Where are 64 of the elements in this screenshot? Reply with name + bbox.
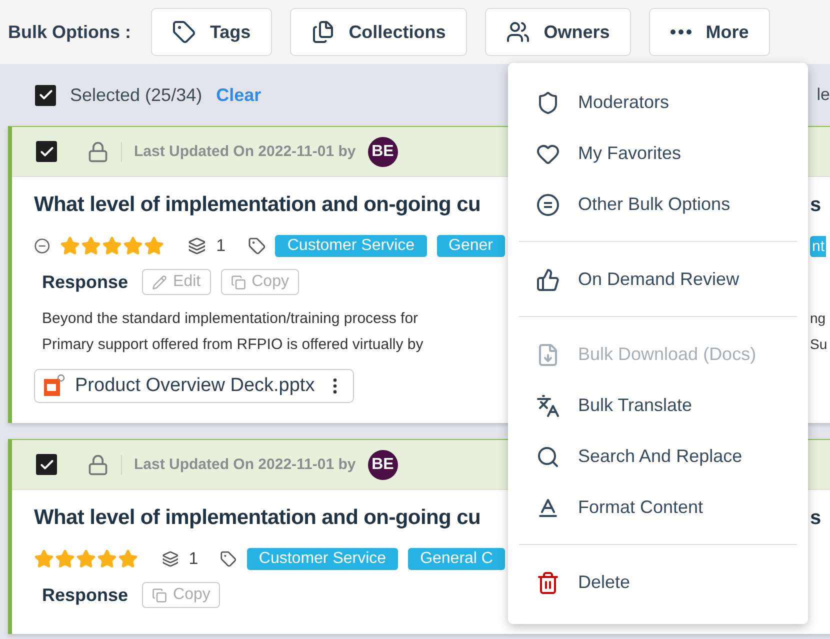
select-all-checkbox[interactable] xyxy=(35,84,56,106)
question-title: s xyxy=(810,194,822,216)
star-icon xyxy=(102,236,122,256)
menu-item[interactable]: Format Content xyxy=(508,482,808,533)
menu-item[interactable]: Bulk Translate xyxy=(508,380,808,431)
trash-icon xyxy=(536,570,560,594)
attachment-name: Product Overview Deck.pptx xyxy=(75,375,315,397)
menu-item[interactable]: Delete xyxy=(508,557,808,608)
star-icon xyxy=(81,236,102,256)
response-label: Response xyxy=(42,272,128,292)
star-icon xyxy=(144,236,164,256)
user-avatar: BE xyxy=(368,450,398,480)
response-text: Primary support offered from RFPIO is offered virtually by xyxy=(42,336,424,352)
star-icon xyxy=(60,236,80,256)
star-icon xyxy=(118,549,138,569)
response-text: ng xyxy=(810,310,826,326)
version-count: 1 xyxy=(188,549,198,569)
menu-item[interactable]: Search And Replace xyxy=(508,431,808,482)
response-label: Response xyxy=(42,584,128,606)
updated-text: Last Updated On 2022-11-01 by xyxy=(134,456,356,473)
updated-text: Last Updated On 2022-11-01 by xyxy=(134,143,356,160)
pencil-icon xyxy=(152,274,168,290)
response-text: Beyond the standard implementation/training process for xyxy=(42,310,418,326)
equal-circle-icon xyxy=(536,192,560,216)
layers-icon xyxy=(188,235,206,257)
question-title: What level of implementation and on-going cu xyxy=(34,506,480,530)
toolbar-button[interactable]: Tags xyxy=(151,8,272,56)
minus-circle-icon[interactable] xyxy=(34,236,50,256)
menu-item[interactable]: My Favorites xyxy=(508,128,808,179)
copy-icon xyxy=(230,274,246,290)
copy-icon xyxy=(152,588,168,602)
users-icon xyxy=(506,20,530,44)
response-text: Su xyxy=(810,336,828,352)
more-icon xyxy=(670,29,692,35)
toolbar-label: Bulk Options : xyxy=(8,22,131,42)
star-icon xyxy=(34,549,54,569)
star-icon xyxy=(97,549,117,569)
tag-icon xyxy=(248,235,266,257)
file-download-icon xyxy=(536,342,560,366)
question-title: What level of implementation and on-going cu xyxy=(34,193,480,217)
thumbs-up-icon xyxy=(536,268,560,292)
question-title: s xyxy=(810,506,822,530)
toolbar-button[interactable]: Owners xyxy=(484,8,631,56)
menu-item[interactable]: On Demand Review xyxy=(508,254,808,305)
selection-count: Selected (25/34) xyxy=(70,84,202,106)
translate-icon xyxy=(536,394,560,418)
checkbox[interactable] xyxy=(36,141,57,162)
attachment-chip[interactable]: Product Overview Deck.pptx xyxy=(34,369,354,403)
tag-icon xyxy=(172,20,196,44)
star-icon xyxy=(76,549,96,569)
menu-item[interactable]: Moderators xyxy=(508,77,808,128)
star-icon xyxy=(55,549,75,569)
version-count: 1 xyxy=(216,236,226,256)
checkbox[interactable] xyxy=(36,454,57,475)
toolbar-button[interactable]: Collections xyxy=(290,8,467,56)
menu-item[interactable]: Other Bulk Options xyxy=(508,179,808,230)
user-avatar: BE xyxy=(368,136,398,166)
toolbar-button[interactable]: More xyxy=(648,8,770,56)
selection-text: le xyxy=(816,85,830,105)
pptx-file-icon xyxy=(43,374,65,398)
star-icon xyxy=(123,236,144,256)
search-icon xyxy=(536,444,560,468)
shield-icon xyxy=(536,90,560,114)
folders-icon xyxy=(310,20,335,44)
